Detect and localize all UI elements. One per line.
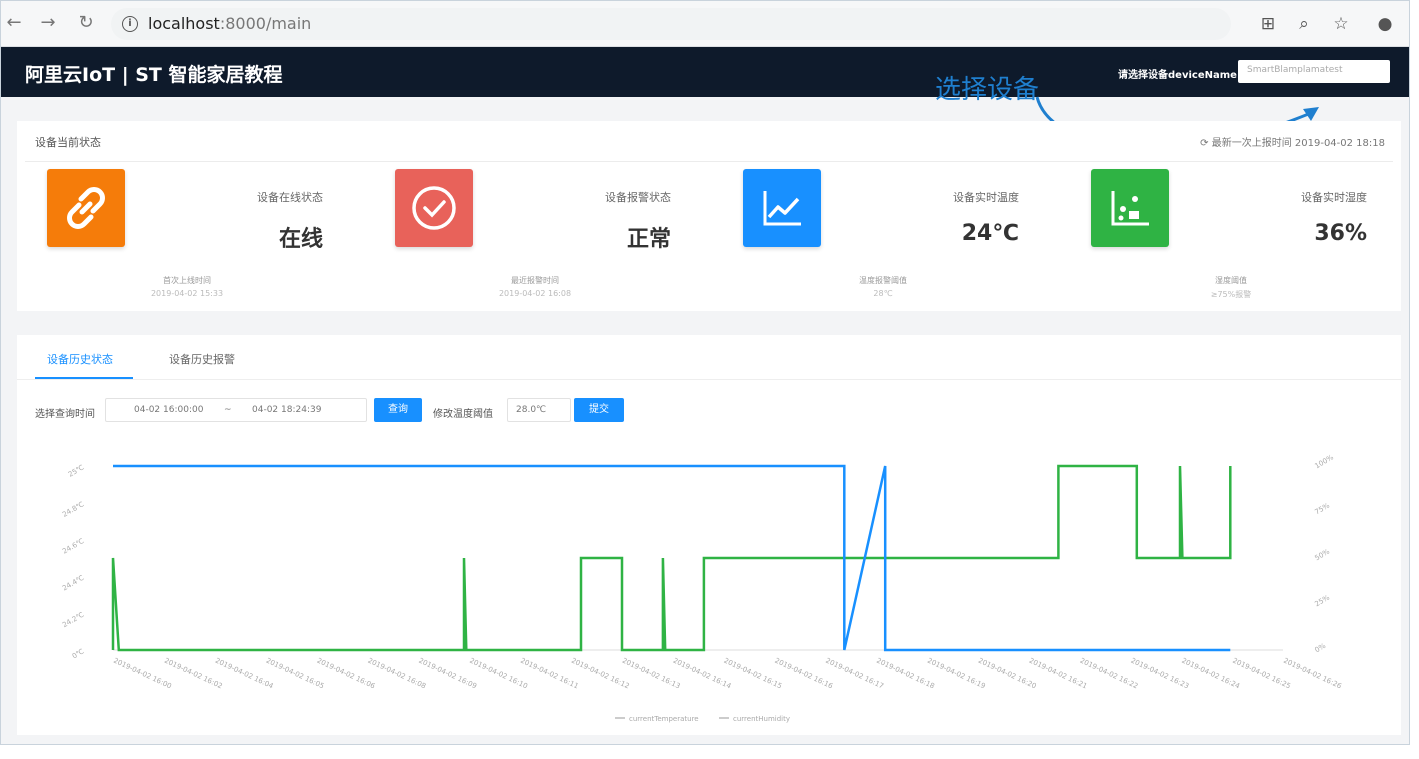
check-circle-icon [395, 169, 473, 247]
metric-sub-value: 2019-04-02 16:08 [498, 289, 572, 298]
metric-sub-value: ≥75%报警 [1210, 290, 1252, 299]
metric-online-status: 设备在线状态 在线 首次上线时间 2019-04-02 15:33 [17, 169, 363, 309]
account-icon[interactable]: ● [1374, 13, 1396, 35]
site-info-icon[interactable]: i [122, 16, 138, 32]
zoom-icon[interactable]: ⌕ [1293, 13, 1315, 35]
metric-label: 设备实时湿度 [1301, 191, 1367, 204]
legend-label: currentHumidity [733, 715, 790, 723]
metric-sub-label: 湿度阈值 [1215, 276, 1247, 285]
metric-sub-value: 2019-04-02 15:33 [150, 289, 224, 298]
legend-label: currentTemperature [629, 715, 699, 723]
back-arrow-icon[interactable]: ← [3, 12, 25, 34]
url-text[interactable]: localhost:8000/main [148, 14, 311, 33]
app-header: 阿里云IoT | ST 智能家居教程 请选择设备deviceName: Smar… [1, 47, 1409, 97]
history-card: 设备历史状态 设备历史报警 选择查询时间 04-02 16:00:00 ~ 04… [17, 335, 1401, 735]
browser-window: ← → ↻ i localhost:8000/main ⊞ ⌕ ☆ ● 阿里云I… [0, 0, 1410, 745]
last-report-time[interactable]: ⟳ 最新一次上报时间 2019-04-02 18:18 [1200, 134, 1385, 149]
y-tick-label-right: 50% [1314, 547, 1332, 562]
metric-value: 正常 [626, 227, 671, 252]
metric-value: 24℃ [961, 221, 1019, 246]
metric-alarm-status: 设备报警状态 正常 最近报警时间 2019-04-02 16:08 [365, 169, 711, 309]
metric-value: 在线 [278, 227, 323, 252]
y-tick-label-left: 24.6℃ [61, 537, 85, 556]
metric-sub-label: 最近报警时间 [511, 276, 559, 285]
dot-chart-icon [1091, 169, 1169, 247]
metric-humidity: 设备实时湿度 36% 湿度阈值 ≥75%报警 [1061, 169, 1407, 309]
x-tick-label: 2019-04-02 16:26 [1282, 657, 1343, 691]
metric-sub-value: 28℃ [873, 289, 893, 298]
y-tick-label-left: 24.8℃ [61, 500, 85, 519]
browser-toolbar: ← → ↻ i localhost:8000/main ⊞ ⌕ ☆ ● [1, 1, 1409, 47]
metric-label: 设备在线状态 [257, 191, 323, 204]
y-tick-label-right: 75% [1314, 501, 1332, 516]
forward-arrow-icon[interactable]: → [37, 12, 59, 34]
metric-value: 36% [1314, 221, 1367, 246]
y-tick-label-right: 25% [1314, 593, 1332, 608]
device-select-label: 请选择设备deviceName: [1118, 70, 1241, 81]
metric-label: 设备实时温度 [953, 191, 1019, 204]
status-card-title: 设备当前状态 [35, 136, 101, 149]
y-tick-label-right: 0% [1314, 642, 1328, 655]
y-tick-label-left: 25℃ [67, 463, 86, 478]
line-chart-icon [743, 169, 821, 247]
y-tick-label-right: 100% [1314, 453, 1336, 470]
reload-icon[interactable]: ↻ [75, 12, 97, 34]
translate-icon[interactable]: ⊞ [1257, 13, 1279, 35]
y-tick-label-left: 24.2℃ [61, 611, 85, 630]
series-line-currentTemperature [111, 464, 1232, 652]
metric-label: 设备报警状态 [605, 191, 671, 204]
device-select[interactable]: SmartBlamplamatest [1238, 60, 1390, 83]
app-title: 阿里云IoT | ST 智能家居教程 [25, 64, 283, 86]
metric-temperature: 设备实时温度 24℃ 温度报警阈值 28℃ [713, 169, 1059, 309]
device-status-card: 设备当前状态 ⟳ 最新一次上报时间 2019-04-02 18:18 设备在线状… [17, 121, 1401, 311]
metric-sub-label: 温度报警阈值 [859, 276, 907, 285]
y-tick-label-left: 24.4℃ [61, 574, 85, 593]
link-icon [47, 169, 125, 247]
divider [25, 161, 1393, 162]
bookmark-star-icon[interactable]: ☆ [1330, 13, 1352, 35]
metric-sub-label: 首次上线时间 [163, 276, 211, 285]
history-chart: 0℃ 24.2℃ 24.4℃ 24.6℃ 24.8℃ 25℃ 0% 25% 50% 75% 100%… [61, 453, 1343, 723]
series-line-currentHumidity [113, 464, 1231, 652]
y-tick-label-left: 0℃ [71, 647, 86, 660]
